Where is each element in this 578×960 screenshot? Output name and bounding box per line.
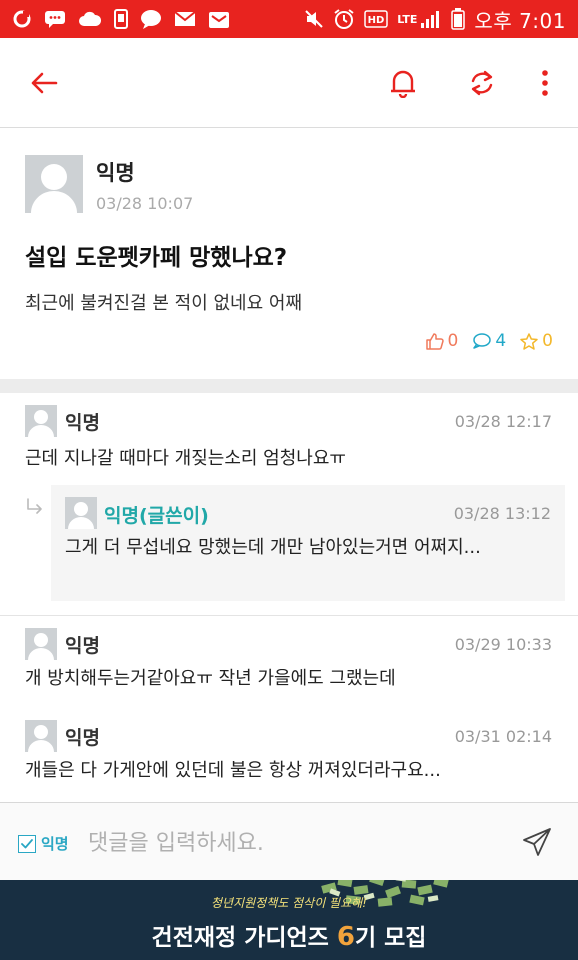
default-avatar-icon [31, 164, 77, 213]
default-avatar-icon [28, 725, 54, 752]
post-time: 03/28 10:07 [96, 194, 194, 213]
comment-time: 03/28 13:12 [453, 504, 551, 523]
avatar [25, 155, 83, 213]
like-count[interactable]: 0 [425, 331, 459, 351]
bell-icon [391, 70, 415, 98]
anonymous-checkbox[interactable]: 익명 [18, 833, 69, 854]
banner-headline: 건전재정 가디언즈 6기 모집 [0, 918, 578, 952]
system-icons: HD LTE 오후 7:01 [304, 5, 578, 34]
comment-item: 익명 03/31 02:14 개들은 다 가게안에 있던데 불은 항상 꺼져있더… [0, 708, 578, 802]
default-avatar-icon [28, 633, 54, 660]
comment-input-bar: 익명 [0, 802, 578, 880]
like-count-value: 0 [447, 331, 459, 351]
refresh-icon [471, 70, 493, 96]
chat-bubble-icon [140, 9, 162, 29]
send-button[interactable] [518, 823, 556, 861]
app-o-icon [12, 9, 32, 29]
clock: 오후 7:01 [474, 8, 566, 33]
comment-author: 익명 [65, 412, 100, 434]
scrap-count[interactable]: 0 [520, 331, 553, 351]
status-bar: HD LTE 오후 7:01 [0, 0, 578, 38]
gmail-icon [208, 9, 230, 29]
more-options-button[interactable] [525, 63, 565, 103]
comment-text: 그게 더 무섭네요 망했는데 개만 남아있는거면 어쩌지... [65, 537, 481, 558]
banner-headline-number: 6 [336, 922, 355, 952]
checkbox[interactable] [18, 834, 36, 853]
checkmark-icon [21, 838, 33, 848]
comment-item: 익명 03/29 10:33 개 방치해두는거같아요ㅠ 작년 가을에도 그랬는데 [0, 616, 578, 708]
section-divider [0, 379, 578, 393]
post-body: 최근에 불켜진걸 본 적이 없네요 어째 [25, 293, 303, 314]
comment-time: 03/31 02:14 [454, 727, 552, 746]
default-avatar-icon [68, 502, 94, 529]
network-type: LTE [397, 12, 418, 26]
phone-icon [114, 9, 128, 29]
default-avatar-icon [28, 410, 54, 437]
banner-tagline: 청년지원정책도 점삭이 필요해! [211, 896, 367, 910]
speech-bubble-icon [473, 333, 492, 349]
comment-author: 익명(글쓴이) [104, 505, 209, 527]
post: 익명 03/28 10:07 설입 도운펫카페 망했나요? 최근에 불켜진걸 본… [0, 129, 578, 379]
svg-text:HD: HD [368, 15, 385, 26]
message-icon [44, 10, 66, 28]
reply-arrow-icon [25, 497, 45, 522]
avatar [65, 497, 97, 529]
more-vertical-icon [542, 70, 548, 96]
hd-icon: HD [364, 10, 388, 28]
notification-button[interactable] [383, 63, 423, 103]
comment-time: 03/29 10:33 [454, 635, 552, 654]
arrow-left-icon [31, 72, 58, 94]
anonymous-label: 익명 [41, 835, 69, 853]
thumbs-up-icon [425, 332, 444, 350]
comment-input[interactable] [88, 823, 508, 863]
post-title: 설입 도운펫카페 망했나요? [25, 245, 288, 271]
post-author: 익명 [96, 161, 135, 185]
lte-signal-icon: LTE [397, 9, 442, 29]
mute-icon [304, 9, 324, 29]
comment-text: 근데 지나갈 때마다 개짖는소리 엄청나요ㅠ [25, 448, 346, 469]
comment-author: 익명 [65, 727, 100, 749]
back-button[interactable] [24, 63, 64, 103]
banner-headline-end: 기 모집 [354, 925, 427, 951]
notification-icons [0, 9, 230, 29]
banner-ad[interactable]: 청년지원정책도 점삭이 필요해! 건전재정 가디언즈 6기 모집 [0, 880, 578, 960]
mail-icon [174, 11, 196, 27]
post-stats: 0 4 0 [425, 331, 553, 351]
star-icon [520, 332, 538, 350]
top-toolbar [0, 38, 578, 128]
avatar [25, 720, 57, 752]
refresh-button[interactable] [462, 63, 502, 103]
comment-text: 개들은 다 가게안에 있던데 불은 항상 꺼져있더라구요... [25, 760, 441, 781]
comment-text: 개 방치해두는거같아요ㅠ 작년 가을에도 그랬는데 [25, 668, 396, 689]
alarm-icon [333, 8, 355, 30]
comment-count: 4 [472, 331, 506, 351]
avatar [25, 628, 57, 660]
comment-count-value: 4 [495, 331, 507, 351]
reply-comment: 익명(글쓴이) 03/28 13:12 그게 더 무섭네요 망했는데 개만 남아… [51, 485, 565, 601]
comment-author: 익명 [65, 635, 100, 657]
comment-item: 익명 03/28 12:17 근데 지나갈 때마다 개짖는소리 엄청나요ㅠ [0, 393, 578, 485]
cloud-icon [78, 11, 102, 27]
avatar [25, 405, 57, 437]
scrap-count-value: 0 [542, 331, 553, 351]
send-icon [523, 828, 551, 856]
banner-headline-start: 건전재정 가디언즈 [151, 925, 337, 951]
battery-icon [451, 8, 466, 30]
comment-time: 03/28 12:17 [454, 412, 552, 431]
